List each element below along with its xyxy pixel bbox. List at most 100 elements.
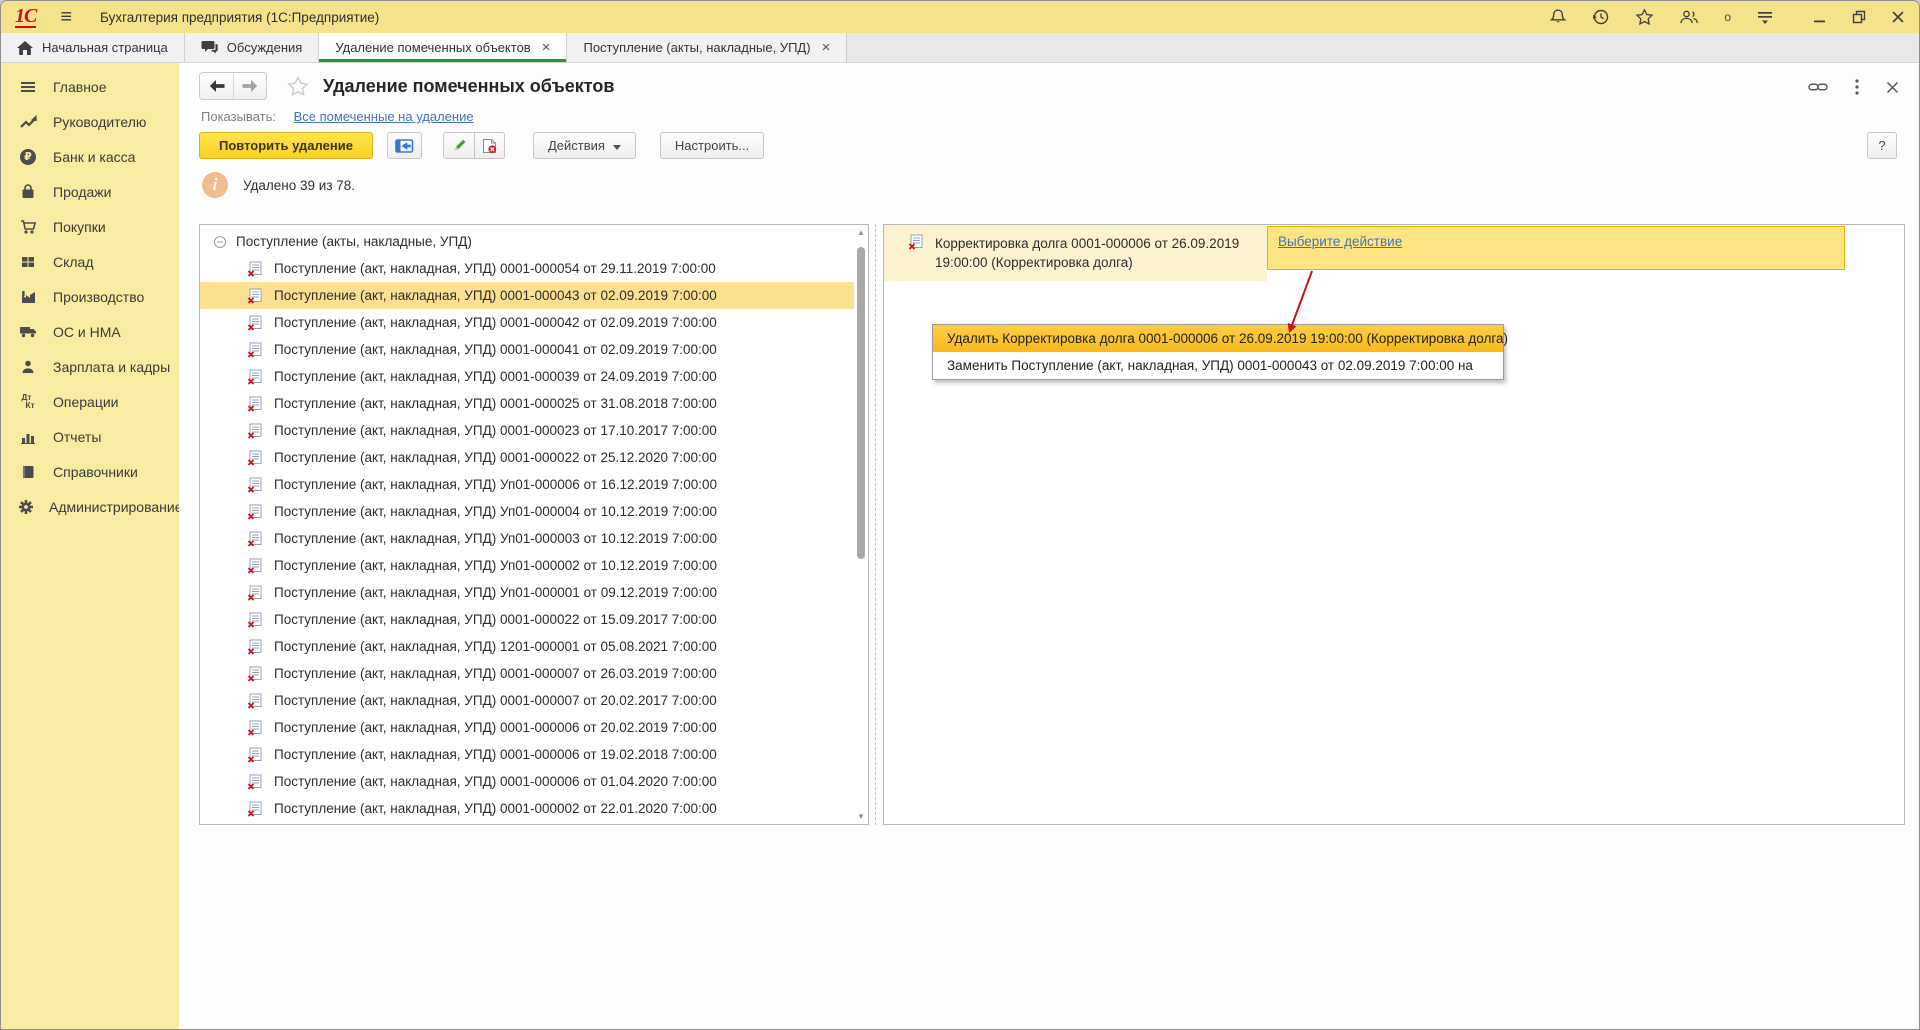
book-icon: [18, 464, 38, 480]
page-title: Удаление помеченных объектов: [323, 75, 615, 96]
ruble-icon: ₽: [18, 148, 38, 165]
tab[interactable]: Начальная страница: [1, 33, 185, 62]
scroll-up-icon[interactable]: ▲: [856, 228, 866, 237]
list-item[interactable]: Поступление (акт, накладная, УПД) 0001-0…: [200, 444, 854, 471]
back-button[interactable]: [200, 73, 233, 99]
sidebar-item-chart[interactable]: Отчеты: [1, 419, 179, 454]
list-item[interactable]: Поступление (акт, накладная, УПД) 0001-0…: [200, 606, 854, 633]
marked-document-icon: [247, 720, 263, 736]
sidebar-item-grid[interactable]: Склад: [1, 244, 179, 279]
help-button[interactable]: ?: [1867, 132, 1897, 159]
sidebar-item-truck[interactable]: ОС и НМА: [1, 314, 179, 349]
app-window: 1С ≡ Бухгалтерия предприятия (1С:Предпри…: [0, 0, 1920, 1030]
panel-splitter[interactable]: [875, 224, 876, 825]
sidebar-item-ruble[interactable]: ₽ Банк и касса: [1, 139, 179, 174]
list-item[interactable]: Поступление (акт, накладная, УПД) 0001-0…: [200, 417, 854, 444]
tab[interactable]: Поступление (акты, накладные, УПД) ×: [567, 33, 848, 62]
tab[interactable]: Обсуждения: [184, 33, 320, 62]
actions-button[interactable]: Действия: [532, 132, 636, 159]
list-item[interactable]: Поступление (акт, накладная, УПД) 0001-0…: [200, 795, 854, 822]
marked-document-icon: [247, 612, 263, 628]
close-button[interactable]: [1891, 10, 1905, 24]
tab-close-icon[interactable]: ×: [822, 40, 831, 55]
list-item[interactable]: Поступление (акт, накладная, УПД) Уп01-0…: [200, 471, 854, 498]
sidebar-item-gear[interactable]: Администрирование: [1, 489, 183, 524]
list-item[interactable]: Поступление (акт, накладная, УПД) 0001-0…: [200, 309, 854, 336]
sidebar-item-person[interactable]: Зарплата и кадры: [1, 349, 179, 384]
collapse-icon[interactable]: [213, 235, 227, 249]
sidebar-item-book[interactable]: Справочники: [1, 454, 179, 489]
edit-button[interactable]: [442, 132, 475, 159]
sidebar-item-dtkt[interactable]: Дт Кт Операции: [1, 384, 179, 419]
marked-document-icon: [247, 342, 263, 358]
tab-bar: Начальная страница Обсуждения Удаление п…: [1, 33, 1919, 63]
menu-item[interactable]: Заменить Поступление (акт, накладная, УП…: [933, 352, 1503, 379]
marked-document-icon: [247, 450, 263, 466]
list-item[interactable]: Поступление (акт, накладная, УПД) 1201-0…: [200, 633, 854, 660]
list-item[interactable]: Поступление (акт, накладная, УПД) 0001-0…: [200, 282, 854, 309]
marked-document-icon: [247, 531, 263, 547]
unmark-delete-button[interactable]: [474, 132, 505, 159]
list-item[interactable]: Поступление (акт, накладная, УПД) 0001-0…: [200, 741, 854, 768]
history-icon[interactable]: [1592, 8, 1610, 26]
show-filter-link[interactable]: Все помеченные на удаление: [294, 109, 474, 124]
sidebar-item-bag[interactable]: Продажи: [1, 174, 179, 209]
annotation-arrow: [1287, 270, 1313, 333]
repeat-delete-button[interactable]: Повторить удаление: [199, 132, 373, 159]
list-item[interactable]: Поступление (акт, накладная, УПД) 0001-0…: [200, 714, 854, 741]
sidebar-item-cart[interactable]: Покупки: [1, 209, 179, 244]
factory-icon: [18, 289, 38, 305]
list-item[interactable]: Поступление (акт, накладная, УПД) 0001-0…: [200, 687, 854, 714]
cart-icon: [18, 219, 38, 235]
sidebar-item-trend[interactable]: Руководителю: [1, 104, 179, 139]
more-menu-icon[interactable]: [1855, 79, 1859, 95]
marked-document-icon: [247, 666, 263, 682]
forward-button[interactable]: [233, 73, 266, 99]
marked-document-icon: [247, 396, 263, 412]
list-item[interactable]: Поступление (акт, накладная, УПД) Уп01-0…: [200, 498, 854, 525]
marked-document-icon: [247, 558, 263, 574]
chart-icon: [18, 429, 38, 445]
marked-objects-list: Поступление (акты, накладные, УПД) Посту…: [199, 224, 869, 825]
favorites-icon[interactable]: [1635, 8, 1654, 26]
list-item[interactable]: Поступление (акт, накладная, УПД) 0001-0…: [200, 390, 854, 417]
trend-icon: [18, 114, 38, 130]
grid-icon: [18, 254, 38, 270]
get-link-icon[interactable]: [1808, 82, 1828, 92]
list-item[interactable]: Поступление (акт, накладная, УПД) Уп01-0…: [200, 579, 854, 606]
close-page-icon[interactable]: [1886, 81, 1899, 94]
list-group-header[interactable]: Поступление (акты, накладные, УПД): [200, 228, 854, 255]
open-in-list-button[interactable]: [386, 132, 422, 159]
choose-action-link[interactable]: Выберите действие: [1278, 234, 1402, 249]
main-area: Удаление помеченных объектов Показывать:…: [179, 63, 1919, 1029]
scrollbar[interactable]: ▲ ▼: [854, 225, 868, 824]
home-icon: [17, 40, 33, 55]
list-item[interactable]: Поступление (акт, накладная, УПД) Уп01-0…: [200, 525, 854, 552]
list-item[interactable]: Поступление (акт, накладная, УПД) 0001-0…: [200, 363, 854, 390]
configure-button[interactable]: Настроить...: [659, 132, 765, 159]
marked-document-icon: [247, 585, 263, 601]
scrollbar-thumb[interactable]: [857, 247, 865, 559]
menu-item[interactable]: Удалить Корректировка долга 0001-000006 …: [933, 325, 1508, 352]
list-item[interactable]: Поступление (акт, накладная, УПД) 0001-0…: [200, 255, 854, 282]
minimize-button[interactable]: [1813, 10, 1827, 24]
sidebar-item-menu[interactable]: Главное: [1, 69, 179, 104]
restore-button[interactable]: [1852, 10, 1866, 24]
tab[interactable]: Удаление помеченных объектов ×: [319, 33, 568, 62]
users-icon[interactable]: [1679, 9, 1699, 25]
list-item[interactable]: Поступление (акт, накладная, УПД) Уп01-0…: [200, 552, 854, 579]
favorite-star-icon[interactable]: [287, 75, 309, 97]
action-cell[interactable]: Выберите действие: [1267, 226, 1845, 270]
tab-close-icon[interactable]: ×: [542, 40, 551, 55]
referencing-item-line1: Корректировка долга 0001-000006 от 26.09…: [935, 236, 1240, 251]
service-menu-icon[interactable]: [1756, 9, 1774, 25]
main-menu-icon[interactable]: ≡: [60, 7, 72, 27]
info-icon: i: [202, 172, 228, 198]
sidebar-item-factory[interactable]: Производство: [1, 279, 179, 314]
list-item[interactable]: Поступление (акт, накладная, УПД) 0001-0…: [200, 660, 854, 687]
notifications-icon[interactable]: [1549, 8, 1567, 26]
scroll-down-icon[interactable]: ▼: [856, 812, 866, 821]
list-item[interactable]: Поступление (акт, накладная, УПД) 0001-0…: [200, 768, 854, 795]
referencing-item-row[interactable]: Корректировка долга 0001-000006 от 26.09…: [884, 225, 1904, 283]
list-item[interactable]: Поступление (акт, накладная, УПД) 0001-0…: [200, 336, 854, 363]
